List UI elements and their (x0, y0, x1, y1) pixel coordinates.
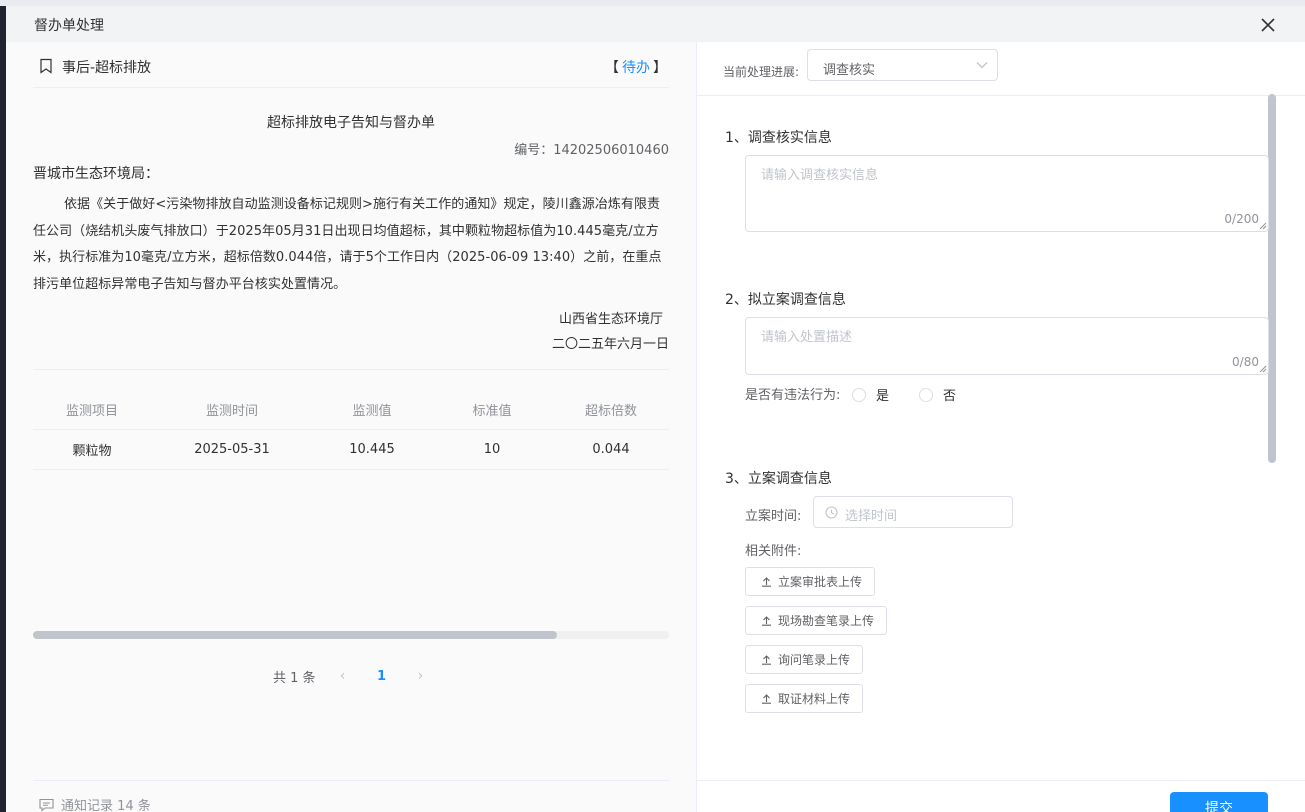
submit-button[interactable]: 提交 (1170, 792, 1268, 812)
upload-label: 取证材料上传 (778, 692, 851, 706)
table-cell: 颗粒物 (72, 444, 112, 459)
upload-approval-button[interactable]: 立案审批表上传 (745, 567, 876, 596)
bookmark-icon (40, 58, 52, 74)
section-title: 1、调查核实信息 (725, 130, 832, 146)
close-icon (1261, 18, 1275, 32)
close-button[interactable] (1259, 16, 1277, 34)
card-header: 事后-超标排放 【待办】 (33, 54, 669, 88)
addressee: 晋城市生态环境局： (33, 166, 159, 182)
radio-yes[interactable]: 是 (852, 385, 889, 404)
upload-label: 现场勘查笔录上传 (778, 614, 875, 628)
document-body: 依据《关于做好<污染物排放自动监测设备标记规则>施行有关工作的通知》规定，陵川鑫… (33, 197, 662, 292)
horizontal-scrollbar[interactable] (33, 631, 669, 639)
resize-handle-icon[interactable] (1259, 222, 1267, 230)
clock-icon (825, 506, 838, 519)
notice-log-label: 通知记录 14 条 (61, 799, 151, 812)
scrollbar-thumb[interactable] (33, 631, 557, 639)
signer: 山西省生态环境厅 (558, 312, 663, 327)
violation-label: 是否有违法行为: (745, 388, 841, 403)
disposal-textarea[interactable]: 请输入处置描述 0/80 (745, 317, 1269, 375)
processing-panel: 当前处理进展: 调查核实 1、调查核实信息 请输入调查核实信息 0/200 2、… (696, 42, 1305, 812)
dialog: 督办单处理 事后-超标排放 【待办】 超标排放电子告知与督办单 编号：14202… (6, 6, 1305, 812)
document-title: 超标排放电子告知与督办单 (267, 115, 435, 131)
table-header: 监测项目 监测时间 监测值 标准值 超标倍数 (33, 390, 669, 430)
document-number: 编号：14202506010460 (514, 143, 669, 158)
table-cell: 10 (483, 442, 501, 457)
dialog-header: 督办单处理 (6, 6, 1305, 42)
column-header: 超标倍数 (584, 404, 637, 419)
table-cell: 2025-05-31 (194, 442, 270, 457)
notice-panel: 事后-超标排放 【待办】 超标排放电子告知与督办单 编号：14202506010… (6, 42, 696, 812)
sign-date: 二〇二五年六月一日 (551, 337, 669, 352)
char-count: 0/80 (1232, 355, 1259, 369)
upload-icon (762, 616, 771, 626)
radio-label: 是 (876, 389, 890, 404)
pagination-total: 共 1 条 (273, 670, 316, 686)
radio-label: 否 (943, 389, 957, 404)
case-time-picker[interactable]: 选择时间 (813, 496, 1013, 528)
vertical-scrollbar[interactable] (1268, 94, 1276, 463)
status-bracket-open: 【 (605, 60, 619, 76)
chevron-down-icon (976, 62, 988, 69)
card-title: 事后-超标排放 (62, 60, 152, 76)
upload-label: 立案审批表上传 (778, 575, 863, 589)
upload-icon (762, 694, 771, 704)
table-cell: 0.044 (592, 442, 630, 457)
resize-handle-icon[interactable] (1259, 365, 1267, 373)
radio-circle (852, 387, 866, 402)
radio-circle (919, 387, 933, 402)
message-icon (39, 798, 54, 812)
textarea-placeholder: 请输入处置描述 (761, 330, 853, 345)
upload-inquiry-button[interactable]: 询问笔录上传 (745, 645, 864, 674)
upload-icon (762, 655, 771, 665)
section-title: 3、立案调查信息 (725, 471, 832, 487)
upload-survey-button[interactable]: 现场勘查笔录上传 (745, 606, 888, 635)
section-title: 2、拟立案调查信息 (725, 292, 846, 308)
textarea-placeholder: 请输入调查核实信息 (761, 168, 879, 183)
divider (697, 95, 1305, 96)
dialog-title: 督办单处理 (34, 18, 104, 34)
case-time-label: 立案时间: (745, 509, 802, 524)
upload-icon (762, 577, 771, 587)
pagination: 共 1 条 ‹ 1 › (273, 666, 434, 686)
progress-label: 当前处理进展: (723, 65, 800, 79)
char-count: 0/200 (1224, 212, 1259, 226)
page-number-button[interactable]: 1 (356, 669, 408, 684)
column-header: 监测时间 (205, 404, 258, 419)
monitoring-table: 监测项目 监测时间 监测值 标准值 超标倍数 颗粒物 2025-05-31 10… (33, 390, 669, 470)
investigation-textarea[interactable]: 请输入调查核实信息 0/200 (745, 155, 1269, 232)
table-row: 颗粒物 2025-05-31 10.445 10 0.044 (33, 430, 669, 470)
column-header: 监测值 (352, 404, 392, 419)
progress-value: 调查核实 (823, 63, 876, 78)
divider (697, 780, 1305, 781)
status-bracket-close: 】 (653, 60, 667, 76)
notice-log-link[interactable]: 通知记录 14 条 (39, 795, 151, 812)
divider (33, 369, 669, 370)
radio-no[interactable]: 否 (919, 385, 956, 404)
divider (33, 780, 669, 781)
next-page-button[interactable]: › (408, 668, 434, 684)
table-cell: 10.445 (349, 442, 395, 457)
column-header: 监测项目 (65, 404, 118, 419)
upload-label: 询问笔录上传 (778, 653, 851, 667)
upload-evidence-button[interactable]: 取证材料上传 (745, 684, 864, 713)
prev-page-button[interactable]: ‹ (330, 668, 356, 684)
status-badge: 【待办】 (605, 57, 667, 77)
attachments-label: 相关附件: (745, 544, 802, 559)
column-header: 标准值 (472, 404, 512, 419)
progress-select[interactable]: 调查核实 (807, 49, 998, 81)
date-placeholder: 选择时间 (845, 509, 898, 524)
status-link[interactable]: 待办 (622, 60, 650, 76)
